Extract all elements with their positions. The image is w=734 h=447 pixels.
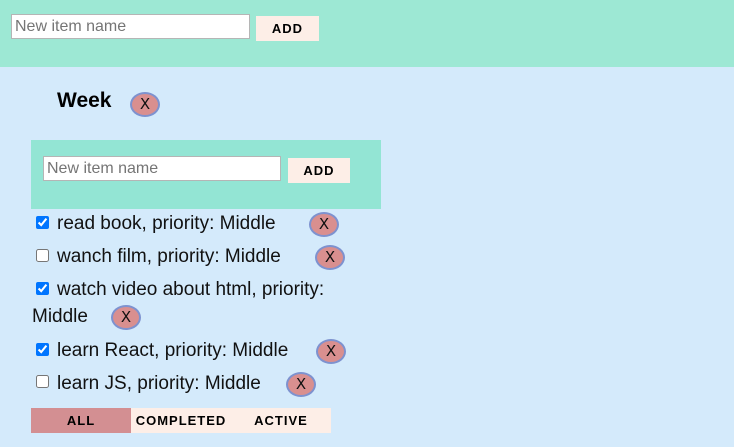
task-label: wanch film, priority: Middle xyxy=(57,246,281,267)
filter-completed-button[interactable]: COMPLETED xyxy=(131,408,231,433)
task-label: read book, priority: Middle xyxy=(57,213,276,234)
list-input-bar: ADD xyxy=(31,140,381,209)
task-label-continued: Middle xyxy=(32,306,88,327)
delete-task-button[interactable]: X xyxy=(309,212,339,237)
top-bar: ADD xyxy=(0,0,734,67)
add-task-button[interactable]: ADD xyxy=(288,158,350,183)
delete-task-button[interactable]: X xyxy=(286,372,316,397)
list-title: Week xyxy=(57,89,112,112)
delete-task-button[interactable]: X xyxy=(316,339,346,364)
delete-task-button[interactable]: X xyxy=(315,245,345,270)
task-checkbox[interactable] xyxy=(36,249,49,262)
task-checkbox[interactable] xyxy=(36,282,49,295)
filter-all-button[interactable]: ALL xyxy=(31,408,131,433)
filter-active-button[interactable]: ACTIVE xyxy=(231,408,331,433)
task-label: watch video about html, priority: xyxy=(57,279,325,300)
delete-task-button[interactable]: X xyxy=(111,305,141,330)
task-label: learn React, priority: Middle xyxy=(57,340,289,361)
task-checkbox[interactable] xyxy=(36,375,49,388)
delete-list-button[interactable]: X xyxy=(130,92,160,117)
task-label: learn JS, priority: Middle xyxy=(57,373,261,394)
new-list-input[interactable] xyxy=(11,14,250,39)
new-task-input[interactable] xyxy=(43,156,281,181)
task-checkbox[interactable] xyxy=(36,343,49,356)
task-checkbox[interactable] xyxy=(36,216,49,229)
add-list-button[interactable]: ADD xyxy=(256,16,319,41)
